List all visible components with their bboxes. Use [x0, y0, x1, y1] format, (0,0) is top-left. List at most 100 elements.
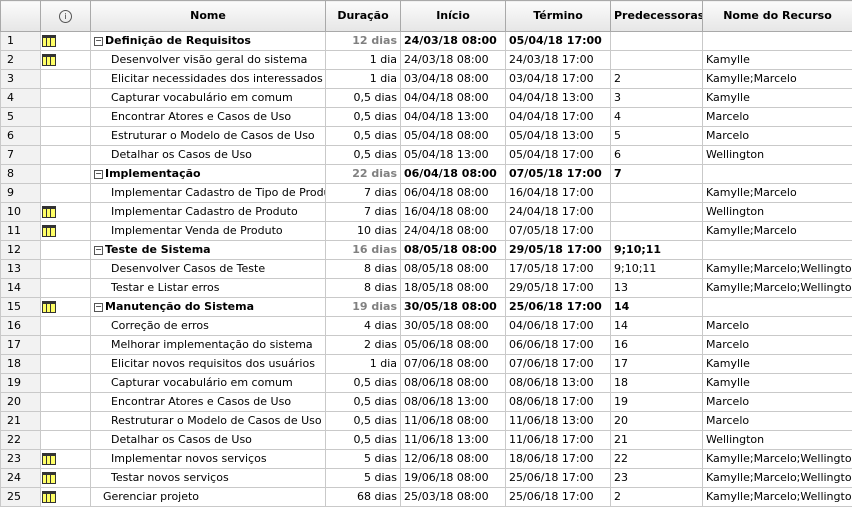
task-name-cell[interactable]: Testar novos serviços [91, 469, 326, 488]
task-start[interactable]: 24/03/18 08:00 [401, 32, 506, 51]
task-start[interactable]: 11/06/18 08:00 [401, 412, 506, 431]
task-name-cell[interactable]: Detalhar os Casos de Uso [91, 431, 326, 450]
task-duration[interactable]: 0,5 dias [326, 127, 401, 146]
task-finish[interactable]: 17/05/18 17:00 [506, 260, 611, 279]
task-duration[interactable]: 0,5 dias [326, 374, 401, 393]
task-name-cell[interactable]: Restruturar o Modelo de Casos de Uso [91, 412, 326, 431]
task-resource[interactable]: Kamylle [703, 355, 852, 374]
task-name-cell[interactable]: Estruturar o Modelo de Casos de Uso [91, 127, 326, 146]
task-duration[interactable]: 5 dias [326, 469, 401, 488]
task-duration[interactable]: 16 dias [326, 241, 401, 260]
task-start[interactable]: 11/06/18 13:00 [401, 431, 506, 450]
row-number[interactable]: 17 [1, 336, 41, 355]
task-predecessors[interactable]: 19 [611, 393, 703, 412]
row-number[interactable]: 4 [1, 89, 41, 108]
task-name-cell[interactable]: Desenvolver visão geral do sistema [91, 51, 326, 70]
task-resource[interactable]: Kamylle [703, 374, 852, 393]
table-row[interactable]: 15−Manutenção do Sistema19 dias30/05/18 … [1, 298, 852, 317]
task-duration[interactable]: 2 dias [326, 336, 401, 355]
task-resource[interactable]: Marcelo [703, 127, 852, 146]
table-row[interactable]: 14Testar e Listar erros8 dias18/05/18 08… [1, 279, 852, 298]
task-finish[interactable]: 18/06/18 17:00 [506, 450, 611, 469]
task-resource[interactable] [703, 241, 852, 260]
row-number[interactable]: 6 [1, 127, 41, 146]
table-row[interactable]: 8 −Implementação22 dias06/04/18 08:0007/0… [1, 165, 852, 184]
task-resource[interactable]: Marcelo [703, 336, 852, 355]
task-start[interactable]: 03/04/18 08:00 [401, 70, 506, 89]
task-predecessors[interactable]: 3 [611, 89, 703, 108]
table-row[interactable]: 11Implementar Venda de Produto10 dias24/… [1, 222, 852, 241]
task-duration[interactable]: 8 dias [326, 279, 401, 298]
task-finish[interactable]: 07/06/18 17:00 [506, 355, 611, 374]
task-predecessors[interactable]: 4 [611, 108, 703, 127]
table-row[interactable]: 5Encontrar Atores e Casos de Uso0,5 dias… [1, 108, 852, 127]
task-finish[interactable]: 29/05/18 17:00 [506, 279, 611, 298]
task-resource[interactable]: Marcelo [703, 317, 852, 336]
collapse-toggle-icon[interactable]: − [94, 37, 103, 46]
task-resource[interactable]: Marcelo [703, 393, 852, 412]
row-number[interactable]: 21 [1, 412, 41, 431]
task-predecessors[interactable]: 18 [611, 374, 703, 393]
task-finish[interactable]: 25/06/18 17:00 [506, 469, 611, 488]
task-duration[interactable]: 1 dia [326, 70, 401, 89]
calendar-icon[interactable] [42, 301, 56, 313]
task-resource[interactable] [703, 165, 852, 184]
task-finish[interactable]: 03/04/18 17:00 [506, 70, 611, 89]
task-start[interactable]: 05/06/18 08:00 [401, 336, 506, 355]
table-row[interactable]: 22Detalhar os Casos de Uso0,5 dias11/06/… [1, 431, 852, 450]
table-row[interactable]: 4Capturar vocabulário em comum0,5 dias04… [1, 89, 852, 108]
name-column-header[interactable]: Nome [91, 1, 326, 32]
task-name-cell[interactable]: Correção de erros [91, 317, 326, 336]
task-duration[interactable]: 68 dias [326, 488, 401, 507]
task-resource[interactable]: Kamylle;Marcelo [703, 70, 852, 89]
row-number[interactable]: 23 [1, 450, 41, 469]
task-start[interactable]: 12/06/18 08:00 [401, 450, 506, 469]
table-row[interactable]: 16Correção de erros4 dias30/05/18 08:000… [1, 317, 852, 336]
task-resource[interactable]: Marcelo [703, 412, 852, 431]
row-number[interactable]: 10 [1, 203, 41, 222]
task-finish[interactable]: 07/05/18 17:00 [506, 165, 611, 184]
table-row[interactable]: 20Encontrar Atores e Casos de Uso0,5 dia… [1, 393, 852, 412]
task-name-cell[interactable]: Desenvolver Casos de Teste [91, 260, 326, 279]
task-predecessors[interactable] [611, 203, 703, 222]
task-start[interactable]: 16/04/18 08:00 [401, 203, 506, 222]
row-number[interactable]: 2 [1, 51, 41, 70]
task-name-cell[interactable]: −Implementação [91, 165, 326, 184]
task-start[interactable]: 06/04/18 08:00 [401, 165, 506, 184]
task-finish[interactable]: 05/04/18 17:00 [506, 146, 611, 165]
task-name-cell[interactable]: Encontrar Atores e Casos de Uso [91, 108, 326, 127]
task-predecessors[interactable] [611, 51, 703, 70]
task-predecessors[interactable]: 2 [611, 70, 703, 89]
row-number[interactable]: 7 [1, 146, 41, 165]
task-name-cell[interactable]: Elicitar necessidades dos interessados [91, 70, 326, 89]
task-predecessors[interactable]: 14 [611, 317, 703, 336]
calendar-icon[interactable] [42, 472, 56, 484]
task-start[interactable]: 06/04/18 08:00 [401, 184, 506, 203]
task-finish[interactable]: 25/06/18 17:00 [506, 298, 611, 317]
task-finish[interactable]: 04/06/18 17:00 [506, 317, 611, 336]
task-duration[interactable]: 8 dias [326, 260, 401, 279]
task-start[interactable]: 30/05/18 08:00 [401, 317, 506, 336]
task-resource[interactable]: Marcelo [703, 108, 852, 127]
task-start[interactable]: 30/05/18 08:00 [401, 298, 506, 317]
table-row[interactable]: 1−Definição de Requisitos12 dias24/03/18… [1, 32, 852, 51]
row-number[interactable]: 18 [1, 355, 41, 374]
calendar-icon[interactable] [42, 35, 56, 47]
task-start[interactable]: 08/05/18 08:00 [401, 260, 506, 279]
task-finish[interactable]: 11/06/18 13:00 [506, 412, 611, 431]
task-name-cell[interactable]: Elicitar novos requisitos dos usuários [91, 355, 326, 374]
task-start[interactable]: 04/04/18 13:00 [401, 108, 506, 127]
task-name-cell[interactable]: −Definição de Requisitos [91, 32, 326, 51]
task-duration[interactable]: 5 dias [326, 450, 401, 469]
task-finish[interactable]: 06/06/18 17:00 [506, 336, 611, 355]
task-predecessors[interactable]: 5 [611, 127, 703, 146]
task-predecessors[interactable]: 21 [611, 431, 703, 450]
task-duration[interactable]: 7 dias [326, 203, 401, 222]
resource-column-header[interactable]: Nome do Recurso [703, 1, 852, 32]
task-duration[interactable]: 22 dias [326, 165, 401, 184]
row-number[interactable]: 8 [1, 165, 41, 184]
row-number[interactable]: 24 [1, 469, 41, 488]
task-predecessors[interactable]: 23 [611, 469, 703, 488]
table-row[interactable]: 23Implementar novos serviços5 dias12/06/… [1, 450, 852, 469]
table-row[interactable]: 13Desenvolver Casos de Teste8 dias08/05/… [1, 260, 852, 279]
